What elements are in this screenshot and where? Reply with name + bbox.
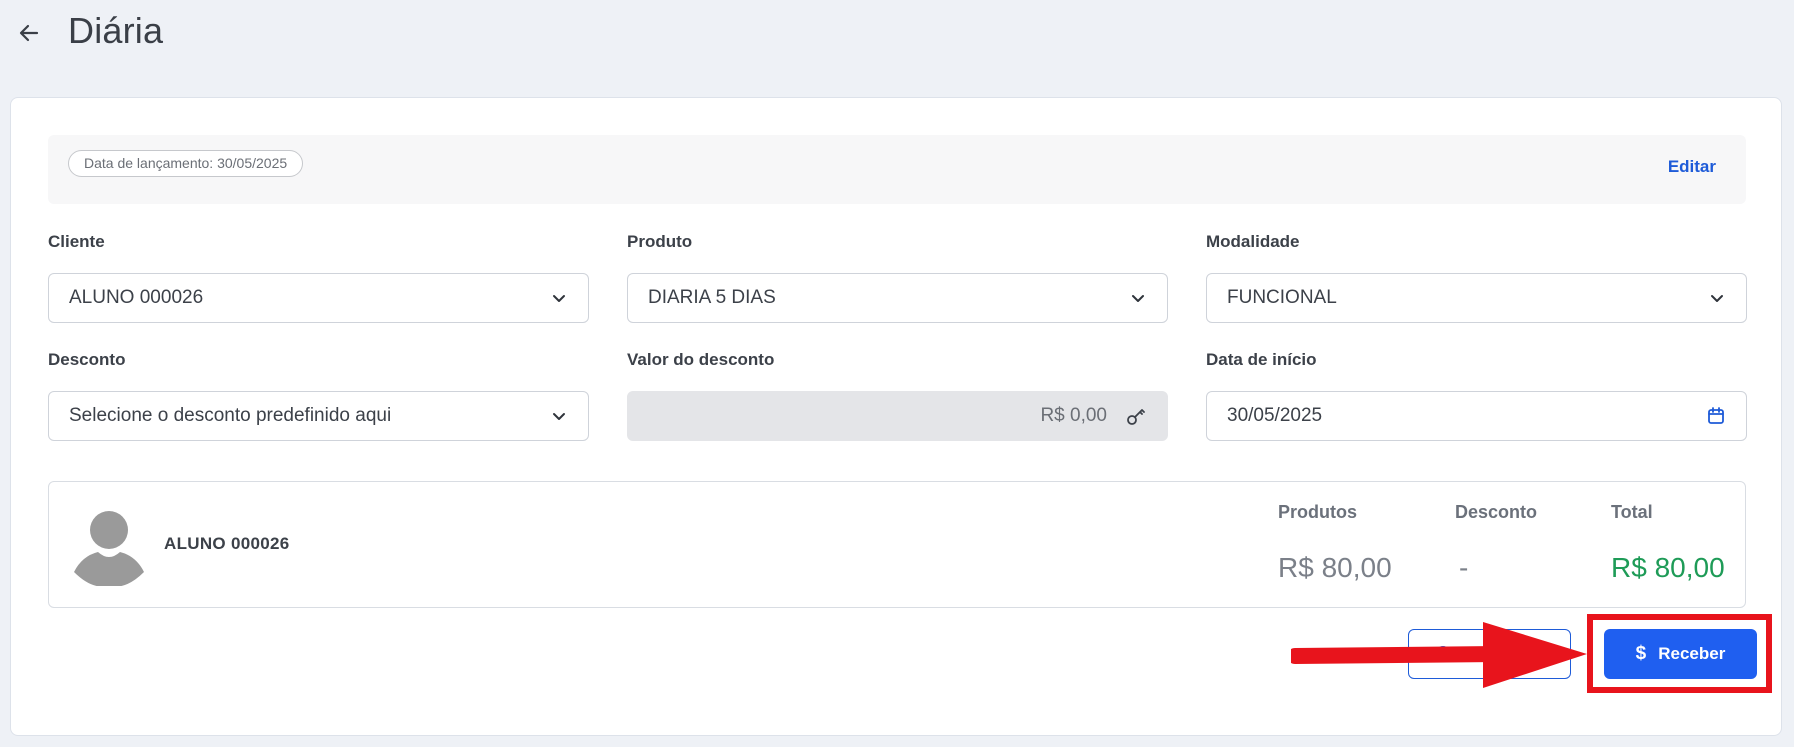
chevron-down-icon [550, 289, 568, 307]
avatar [74, 511, 144, 586]
receber-button[interactable]: $ Receber [1604, 629, 1757, 679]
desconto-header: Desconto [1455, 502, 1538, 522]
produto-select[interactable]: DIARIA 5 DIAS [627, 273, 1168, 323]
desconto-label: Desconto [48, 350, 126, 369]
valor-desconto-field: R$ 0,00 [627, 391, 1168, 441]
top-bar: Diária [0, 0, 1794, 95]
receber-label: Receber [1658, 644, 1726, 663]
modalidade-select[interactable]: FUNCIONAL [1206, 273, 1747, 323]
summary-client-name: ALUNO 000026 [164, 534, 290, 553]
modalidade-label: Modalidade [1206, 232, 1300, 251]
info-bar: Data de lançamento: 30/05/2025 Editar [48, 135, 1746, 204]
back-button[interactable] [14, 18, 44, 48]
produto-value: DIARIA 5 DIAS [648, 287, 776, 308]
chevron-down-icon [550, 407, 568, 425]
modalidade-value: FUNCIONAL [1227, 287, 1337, 308]
data-inicio-input[interactable]: 30/05/2025 [1206, 391, 1747, 441]
cliente-select[interactable]: ALUNO 000026 [48, 273, 589, 323]
page-title: Diária [68, 10, 164, 51]
desconto-value: - [1459, 552, 1469, 583]
key-icon[interactable] [1125, 405, 1147, 427]
total-header: Total [1611, 502, 1653, 522]
produtos-value: R$ 80,00 [1278, 552, 1392, 583]
produto-label: Produto [627, 232, 693, 251]
calendar-icon[interactable] [1706, 406, 1726, 426]
dollar-icon: $ [1635, 643, 1647, 664]
main-card: Data de lançamento: 30/05/2025 Editar Cl… [10, 97, 1782, 736]
cliente-value: ALUNO 000026 [69, 287, 204, 308]
edit-link[interactable]: Editar [1668, 157, 1716, 177]
chevron-down-icon [1129, 289, 1147, 307]
produtos-header: Produtos [1278, 502, 1357, 522]
data-inicio-value: 30/05/2025 [1227, 405, 1323, 426]
desconto-placeholder: Selecione o desconto predefinido aqui [69, 405, 392, 426]
valor-desconto-value: R$ 0,00 [1040, 405, 1107, 426]
annotation-arrow [1291, 622, 1587, 688]
launch-date-badge: Data de lançamento: 30/05/2025 [68, 150, 304, 177]
data-inicio-label: Data de início [1206, 350, 1317, 369]
arrow-left-icon [19, 24, 39, 42]
summary-card: ALUNO 000026 Produtos Desconto Total R$ … [48, 481, 1746, 608]
chevron-down-icon [1708, 289, 1726, 307]
cliente-label: Cliente [48, 232, 105, 251]
valor-desconto-label: Valor do desconto [627, 350, 775, 369]
total-value: R$ 80,00 [1611, 552, 1725, 583]
desconto-select[interactable]: Selecione o desconto predefinido aqui [48, 391, 589, 441]
